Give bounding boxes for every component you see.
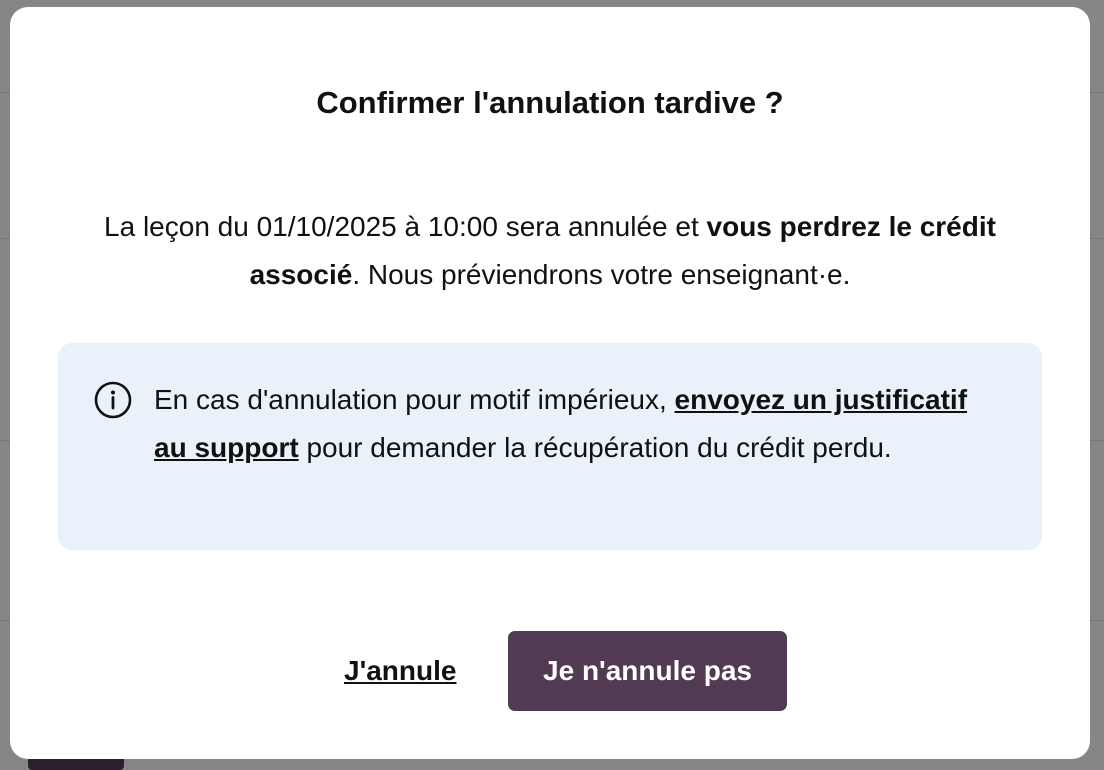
info-text: En cas d'annulation pour motif impérieux…: [154, 376, 1004, 472]
keep-lesson-button[interactable]: Je n'annule pas: [508, 631, 787, 711]
message-text: La leçon du 01/10/2025 à 10:00 sera annu…: [104, 211, 707, 242]
message-text-end: . Nous préviendrons votre enseignant·e.: [352, 259, 851, 290]
confirm-cancel-button[interactable]: J'annule: [344, 651, 456, 691]
info-icon: [94, 381, 132, 419]
info-text-before: En cas d'annulation pour motif impérieux…: [154, 384, 675, 415]
info-box: En cas d'annulation pour motif impérieux…: [58, 343, 1042, 550]
dialog-title: Confirmer l'annulation tardive ?: [316, 85, 784, 120]
info-text-after: pour demander la récupération du crédit …: [298, 432, 892, 463]
dialog-message: La leçon du 01/10/2025 à 10:00 sera annu…: [50, 203, 1050, 299]
late-cancellation-dialog: Confirmer l'annulation tardive ? La leço…: [10, 7, 1090, 759]
